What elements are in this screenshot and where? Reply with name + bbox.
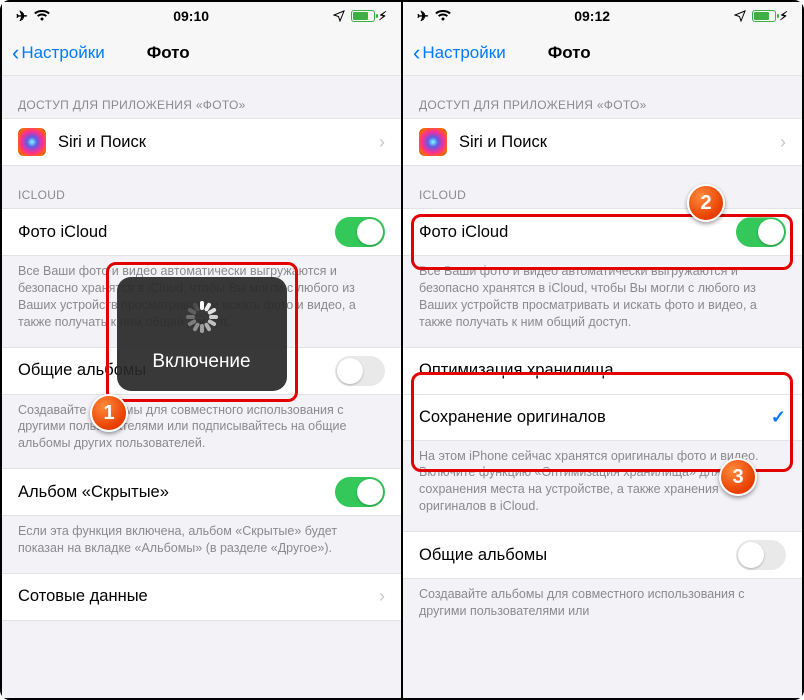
callout-3: 3 <box>719 458 757 496</box>
icloud-photos-cell[interactable]: Фото iCloud <box>2 209 401 255</box>
hidden-album-switch[interactable] <box>335 477 385 507</box>
siri-label: Siri и Поиск <box>459 133 780 152</box>
icloud-photos-switch[interactable] <box>736 217 786 247</box>
siri-icon <box>419 128 447 156</box>
icloud-photos-cell[interactable]: Фото iCloud <box>403 209 802 255</box>
nav-bar: ‹ Настройки Фото <box>403 30 802 76</box>
chevron-left-icon: ‹ <box>12 42 19 64</box>
optimize-label: Оптимизация хранилища <box>419 361 786 380</box>
checkmark-icon: ✓ <box>771 407 786 428</box>
callout-2: 2 <box>687 184 725 222</box>
originals-label: Сохранение оригиналов <box>419 408 771 427</box>
page-title: Фото <box>548 43 591 63</box>
location-icon <box>333 10 345 22</box>
airplane-icon: ✈︎ <box>417 8 429 25</box>
status-bar: ✈︎ 09:12 ⚡︎ <box>403 2 802 30</box>
chevron-right-icon: › <box>379 586 385 607</box>
chevron-left-icon: ‹ <box>413 42 420 64</box>
phone-left: ✈︎ 09:10 ⚡︎ ‹ Настройки Фото ДОСТУП ДЛЯ … <box>2 2 401 698</box>
shared-albums-switch[interactable] <box>335 356 385 386</box>
shared-footer: Создавайте альбомы для совместного испол… <box>403 579 802 624</box>
hidden-footer: Если эта функция включена, альбом «Скрыт… <box>2 516 401 561</box>
cellular-cell[interactable]: Сотовые данные › <box>2 574 401 620</box>
wifi-icon <box>34 10 50 22</box>
toast-text: Включение <box>152 351 250 373</box>
optimize-storage-cell[interactable]: Оптимизация хранилища <box>403 348 802 394</box>
cellular-label: Сотовые данные <box>18 587 379 606</box>
back-label: Настройки <box>422 43 505 63</box>
location-icon <box>734 10 746 22</box>
section-header-icloud: ICLOUD <box>403 166 802 208</box>
back-button[interactable]: ‹ Настройки <box>413 42 506 64</box>
shared-albums-label: Общие альбомы <box>419 546 736 565</box>
battery-icon <box>351 10 375 22</box>
status-bar: ✈︎ 09:10 ⚡︎ <box>2 2 401 30</box>
siri-search-cell[interactable]: Siri и Поиск › <box>403 119 802 165</box>
loading-toast: Включение <box>117 277 287 391</box>
status-time: 09:10 <box>173 8 209 24</box>
chevron-right-icon: › <box>379 132 385 153</box>
section-header-access: ДОСТУП ДЛЯ ПРИЛОЖЕНИЯ «ФОТО» <box>2 76 401 118</box>
hidden-album-cell[interactable]: Альбом «Скрытые» <box>2 469 401 515</box>
icloud-photos-label: Фото iCloud <box>18 223 335 242</box>
spinner-icon <box>186 301 218 333</box>
icloud-footer: Все Ваши фото и видео автоматически выгр… <box>403 256 802 335</box>
section-header-icloud: ICLOUD <box>2 166 401 208</box>
siri-search-cell[interactable]: Siri и Поиск › <box>2 119 401 165</box>
page-title: Фото <box>147 43 190 63</box>
shared-albums-cell[interactable]: Общие альбомы <box>403 532 802 578</box>
wifi-icon <box>435 10 451 22</box>
airplane-icon: ✈︎ <box>16 8 28 25</box>
siri-icon <box>18 128 46 156</box>
phone-right: ✈︎ 09:12 ⚡︎ ‹ Настройки Фото ДОСТУП ДЛЯ … <box>401 2 802 698</box>
nav-bar: ‹ Настройки Фото <box>2 30 401 76</box>
chevron-right-icon: › <box>780 132 786 153</box>
icloud-photos-label: Фото iCloud <box>419 223 736 242</box>
hidden-album-label: Альбом «Скрытые» <box>18 483 335 502</box>
callout-1: 1 <box>90 394 128 432</box>
keep-originals-cell[interactable]: Сохранение оригиналов ✓ <box>403 394 802 440</box>
shared-footer: Создавайте альбомы для совместного испол… <box>2 395 401 457</box>
section-header-access: ДОСТУП ДЛЯ ПРИЛОЖЕНИЯ «ФОТО» <box>403 76 802 118</box>
back-label: Настройки <box>21 43 104 63</box>
content[interactable]: ДОСТУП ДЛЯ ПРИЛОЖЕНИЯ «ФОТО» Siri и Поис… <box>403 76 802 698</box>
shared-albums-switch[interactable] <box>736 540 786 570</box>
charging-icon: ⚡︎ <box>780 9 788 23</box>
battery-icon <box>752 10 776 22</box>
charging-icon: ⚡︎ <box>379 9 387 23</box>
siri-label: Siri и Поиск <box>58 133 379 152</box>
back-button[interactable]: ‹ Настройки <box>12 42 105 64</box>
icloud-photos-switch[interactable] <box>335 217 385 247</box>
status-time: 09:12 <box>574 8 610 24</box>
